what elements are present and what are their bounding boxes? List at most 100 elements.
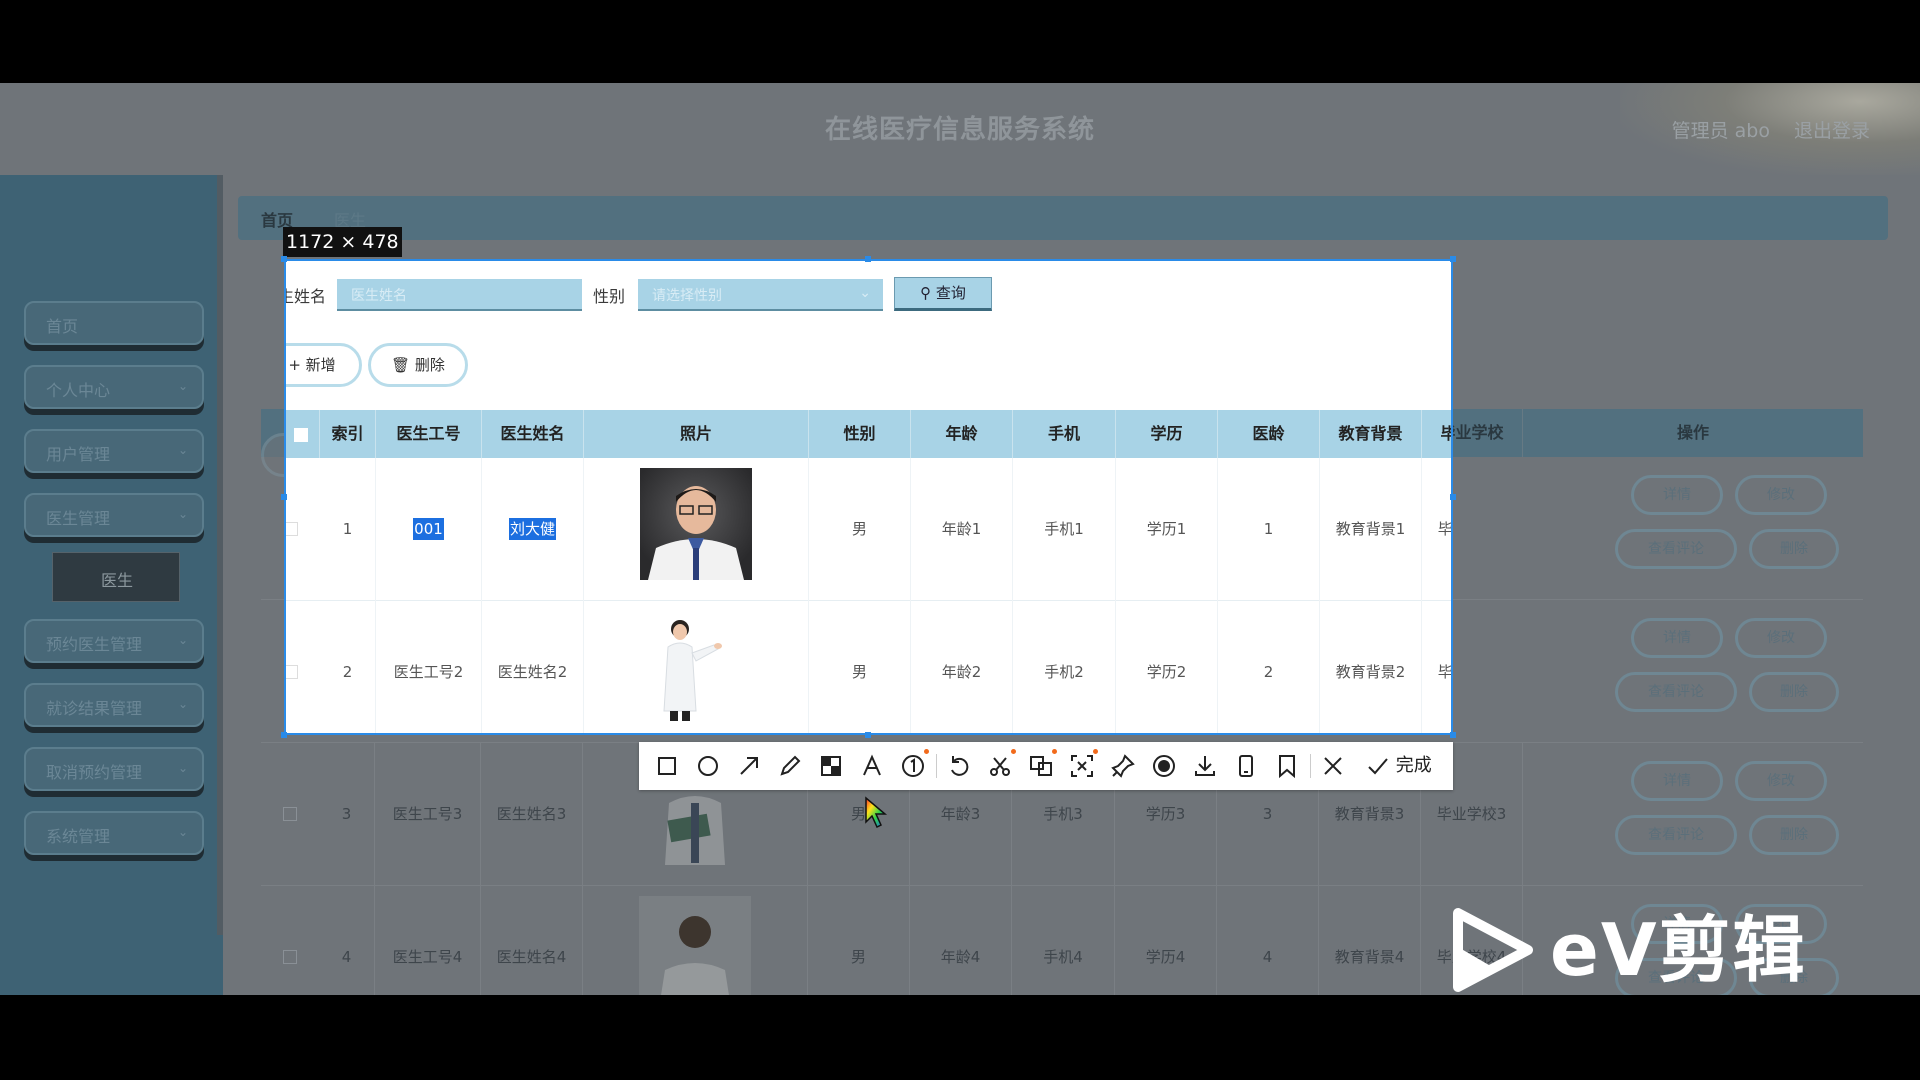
- scissors-icon[interactable]: [986, 749, 1016, 780]
- capture-selection[interactable]: 医生姓名 医生姓名 性别 请选择性别 ⌄ ⚲ 查询 + 新增 🗑 删除 索引 医…: [284, 259, 1453, 735]
- capture-toolbar: 完成: [639, 742, 1453, 790]
- table-header: 索引 医生工号 医生姓名 照片 性别 年龄 手机 学历 医龄 教育背景 毕业学校: [286, 410, 1451, 458]
- doctor-photo: [640, 611, 752, 723]
- header-checkbox-cell[interactable]: [286, 410, 320, 458]
- sidebar-item-system[interactable]: 系统管理 ⌄: [24, 811, 204, 855]
- cell-doctor-name: 医生姓名3: [481, 743, 583, 886]
- text-icon[interactable]: [858, 752, 886, 780]
- sidebar-item-cancellations[interactable]: 取消预约管理 ⌄: [24, 747, 204, 791]
- resize-handle-s[interactable]: [865, 732, 871, 738]
- doctor-name-input[interactable]: 医生姓名: [337, 279, 582, 311]
- sidebar-item-appointments[interactable]: 预约医生管理 ⌄: [24, 619, 204, 663]
- sidebar-item-home[interactable]: 首页: [24, 301, 204, 345]
- rectangle-icon[interactable]: [653, 752, 681, 780]
- query-button[interactable]: ⚲ 查询: [894, 277, 992, 311]
- mosaic-icon[interactable]: [817, 752, 845, 780]
- phone-icon[interactable]: [1232, 752, 1260, 780]
- detail-button[interactable]: 详情: [1631, 618, 1723, 658]
- cell-doctor-name: 刘大健: [482, 458, 584, 601]
- resize-handle-nw[interactable]: [281, 256, 287, 262]
- row-checkbox[interactable]: [286, 522, 298, 536]
- pencil-icon[interactable]: [776, 752, 804, 780]
- resize-handle-se[interactable]: [1450, 732, 1456, 738]
- col-phone: 手机: [1013, 410, 1116, 458]
- sidebar: 首页 个人中心 ⌄ 用户管理 ⌄ 医生管理 ⌄ 医生 预约医生管理 ⌄ 就诊结果管理 ⌄ …: [0, 175, 223, 995]
- doctor-name-label: 医生姓名: [286, 287, 327, 306]
- sidebar-item-doctors[interactable]: 医生管理 ⌄: [24, 493, 204, 537]
- edit-button[interactable]: 修改: [1735, 761, 1827, 801]
- sidebar-item-users[interactable]: 用户管理 ⌄: [24, 429, 204, 473]
- undo-icon[interactable]: [945, 752, 973, 780]
- cell-age: 年龄4: [910, 886, 1012, 995]
- close-icon[interactable]: [1319, 752, 1347, 780]
- sidebar-item-results[interactable]: 就诊结果管理 ⌄: [24, 683, 204, 727]
- delete-row-button[interactable]: 删除: [1749, 815, 1839, 855]
- gender-select-placeholder: 请选择性别: [652, 288, 722, 304]
- delete-row-button[interactable]: 删除: [1749, 672, 1839, 712]
- arrow-icon[interactable]: [735, 752, 763, 780]
- sidebar-item-label: 预约医生管理: [46, 635, 143, 654]
- review-button[interactable]: 查看评论: [1615, 815, 1737, 855]
- cell-age: 年龄2: [911, 601, 1013, 733]
- cell-gender: 男: [809, 601, 911, 733]
- edit-button[interactable]: 修改: [1735, 618, 1827, 658]
- admin-name: 管理员 abo: [1671, 120, 1770, 142]
- delete-button[interactable]: 🗑 删除: [368, 343, 468, 387]
- toolbar-separator: [1310, 754, 1311, 778]
- cell-school: 毕业学校1: [1422, 458, 1451, 601]
- pin-icon[interactable]: [1109, 752, 1137, 780]
- logout-link[interactable]: 退出登录: [1794, 116, 1870, 143]
- doctor-photo: [639, 896, 751, 995]
- translate-icon[interactable]: [1027, 749, 1057, 780]
- delete-row-button[interactable]: 删除: [1749, 529, 1839, 569]
- cell-background: 教育背景4: [1319, 886, 1421, 995]
- ocr-icon[interactable]: [1068, 749, 1098, 780]
- chevron-down-icon: ⌄: [859, 285, 871, 301]
- actions-cell: 详情 修改 查看评论 删除: [1523, 457, 1863, 600]
- row-checkbox[interactable]: [283, 950, 297, 964]
- gender-select[interactable]: 请选择性别 ⌄: [638, 279, 883, 311]
- screen: 在线医疗信息服务系统 管理员 abo 退出登录 首页 个人中心 ⌄ 用户管理 ⌄ 医…: [0, 0, 1920, 1080]
- plus-icon: +: [288, 356, 301, 374]
- resize-handle-e[interactable]: [1450, 494, 1456, 500]
- sidebar-item-label: 系统管理: [46, 827, 111, 846]
- bookmark-icon[interactable]: [1273, 752, 1301, 780]
- sidebar-item-label: 用户管理: [46, 445, 111, 464]
- gender-label: 性别: [593, 287, 626, 306]
- ellipse-icon[interactable]: [694, 752, 722, 780]
- row-checkbox[interactable]: [283, 807, 297, 821]
- resize-handle-n[interactable]: [865, 256, 871, 262]
- resize-handle-sw[interactable]: [281, 732, 287, 738]
- row-checkbox[interactable]: [286, 665, 298, 679]
- sidebar-subitem-label: 医生: [100, 571, 133, 590]
- cell-gender: 男: [809, 458, 911, 601]
- detail-button[interactable]: 详情: [1631, 475, 1723, 515]
- cell-education: 学历2: [1116, 601, 1218, 733]
- resize-handle-ne[interactable]: [1450, 256, 1456, 262]
- chevron-down-icon: ⌄: [177, 507, 188, 521]
- resize-handle-w[interactable]: [281, 494, 287, 500]
- cell-education: 学历4: [1115, 886, 1217, 995]
- number-icon[interactable]: [899, 749, 929, 780]
- done-button[interactable]: 完成: [1366, 752, 1432, 780]
- cell-phone: 手机1: [1013, 458, 1116, 601]
- detail-button[interactable]: 详情: [1631, 761, 1723, 801]
- search-icon: ⚲: [920, 284, 932, 302]
- cell-doctor-name: 医生姓名2: [482, 601, 584, 733]
- record-icon[interactable]: [1150, 752, 1178, 780]
- review-button[interactable]: 查看评论: [1615, 529, 1737, 569]
- cell-doctor-name: 医生姓名4: [481, 886, 583, 995]
- edit-button[interactable]: 修改: [1735, 475, 1827, 515]
- cell-doctor-id: 医生工号4: [375, 886, 481, 995]
- cell-phone: 手机4: [1012, 886, 1115, 995]
- review-button[interactable]: 查看评论: [1615, 672, 1737, 712]
- download-icon[interactable]: [1191, 752, 1219, 780]
- cell-index: 1: [320, 458, 376, 601]
- sidebar-item-profile[interactable]: 个人中心 ⌄: [24, 365, 204, 409]
- sidebar-subitem-doctor[interactable]: 医生: [52, 552, 180, 602]
- table-row: 2 医生工号2 医生姓名2 男 年龄2 手机2 学历2 2 教育背景2 毕: [286, 601, 1451, 733]
- selected-doctor-id: 001: [413, 518, 444, 540]
- select-all-checkbox[interactable]: [293, 427, 308, 442]
- cell-photo: [583, 886, 808, 995]
- add-button[interactable]: + 新增: [286, 343, 362, 387]
